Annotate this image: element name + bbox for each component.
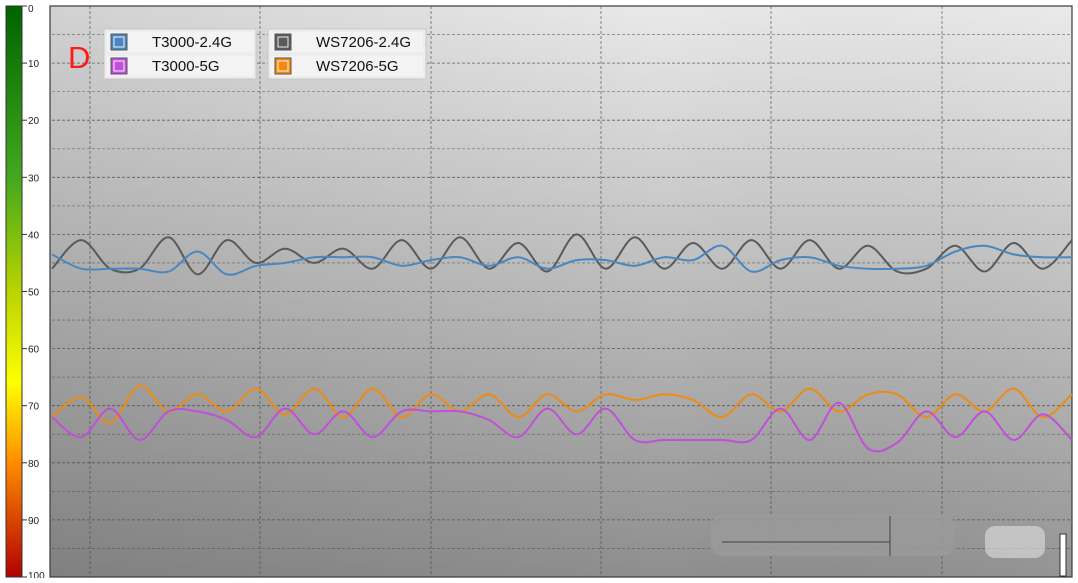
legend-swatch-inner: [277, 60, 289, 72]
y-tick-label: 60: [28, 345, 40, 356]
panel-label: D: [68, 40, 90, 75]
y-tick-label: 80: [28, 459, 40, 470]
gridlines: [52, 6, 1072, 577]
legend-label: WS7206-2.4G: [316, 34, 411, 51]
color-scale-bar: [5, 5, 23, 578]
legend-swatch-inner: [113, 36, 125, 48]
y-tick-label: 50: [28, 288, 40, 299]
y-tick-label: 0: [28, 4, 34, 15]
y-tick-label: 100: [28, 571, 45, 578]
y-tick-label: 10: [28, 59, 40, 70]
y-tick-label: 40: [28, 230, 40, 241]
y-tick-label: 20: [28, 116, 40, 127]
legend-label: T3000-2.4G: [152, 34, 232, 51]
y-tick-label: 30: [28, 173, 40, 184]
chart-container: 0 10 20 30 40 50 60 70 80 90 100 T3000-2.4G T3000-5…: [0, 0, 1078, 582]
legend-label: T3000-5G: [152, 58, 220, 75]
legend-swatch-inner: [277, 36, 289, 48]
y-axis: 0 10 20 30 40 50 60 70 80 90 100: [22, 4, 45, 582]
line-chart: 0 10 20 30 40 50 60 70 80 90 100 T3000-2.4G T3000-5…: [5, 4, 1073, 582]
legend-swatch-inner: [113, 60, 125, 72]
y-tick-label: 90: [28, 516, 40, 527]
y-tick-label: 70: [28, 402, 40, 413]
legend-label: WS7206-5G: [316, 58, 399, 75]
